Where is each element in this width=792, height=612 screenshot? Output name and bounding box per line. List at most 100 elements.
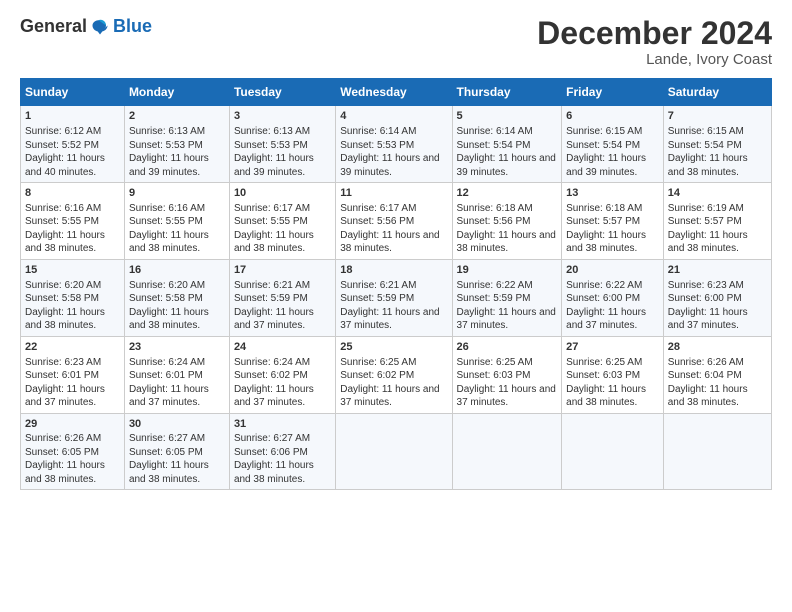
day-number: 31: [234, 417, 331, 432]
table-cell: 12Sunrise: 6:18 AMSunset: 5:56 PMDayligh…: [452, 183, 562, 260]
sunrise: Sunrise: 6:26 AM: [668, 357, 744, 368]
sunset: Sunset: 5:59 PM: [457, 293, 531, 304]
day-number: 21: [668, 263, 767, 278]
table-cell: 28Sunrise: 6:26 AMSunset: 6:04 PMDayligh…: [663, 336, 771, 413]
sunrise: Sunrise: 6:24 AM: [129, 357, 205, 368]
day-number: 20: [566, 263, 659, 278]
sunset: Sunset: 6:05 PM: [25, 447, 99, 458]
sunrise: Sunrise: 6:14 AM: [340, 126, 416, 137]
table-cell: [336, 413, 452, 490]
sunset: Sunset: 6:05 PM: [129, 447, 203, 458]
day-number: 15: [25, 263, 120, 278]
sunrise: Sunrise: 6:12 AM: [25, 126, 101, 137]
day-number: 30: [129, 417, 225, 432]
sunrise: Sunrise: 6:21 AM: [340, 280, 416, 291]
table-cell: 14Sunrise: 6:19 AMSunset: 5:57 PMDayligh…: [663, 183, 771, 260]
table-cell: 27Sunrise: 6:25 AMSunset: 6:03 PMDayligh…: [562, 336, 664, 413]
day-number: 24: [234, 340, 331, 355]
col-wednesday: Wednesday: [336, 79, 452, 106]
table-cell: 3Sunrise: 6:13 AMSunset: 5:53 PMDaylight…: [229, 106, 335, 183]
day-number: 18: [340, 263, 447, 278]
sunset: Sunset: 6:06 PM: [234, 447, 308, 458]
table-row: 15 Sunrise: 6:20 AM Sunset: 5:58 PM Dayligh…: [21, 259, 772, 336]
sunset: Sunset: 5:55 PM: [129, 216, 203, 227]
daylight: Daylight: 11 hours and 39 minutes.: [457, 153, 556, 178]
day-number: 6: [566, 109, 659, 124]
daylight: Daylight: 11 hours and 38 minutes.: [668, 153, 748, 178]
sunrise: Sunrise: 6:27 AM: [234, 433, 310, 444]
table-cell: 5Sunrise: 6:14 AMSunset: 5:54 PMDaylight…: [452, 106, 562, 183]
table-cell: 19Sunrise: 6:22 AMSunset: 5:59 PMDayligh…: [452, 259, 562, 336]
daylight: Daylight: 11 hours and 39 minutes.: [234, 153, 314, 178]
table-cell: 7Sunrise: 6:15 AMSunset: 5:54 PMDaylight…: [663, 106, 771, 183]
day-number: 12: [457, 186, 558, 201]
sunset: Sunset: 5:53 PM: [340, 140, 414, 151]
table-row: 22Sunrise: 6:23 AMSunset: 6:01 PMDayligh…: [21, 336, 772, 413]
table-cell: [562, 413, 664, 490]
header: General Blue December 2024 Lande, Ivory …: [20, 16, 772, 68]
sunrise: Sunrise: 6:18 AM: [457, 203, 533, 214]
table-row: 1Sunrise: 6:12 AMSunset: 5:52 PMDaylight…: [21, 106, 772, 183]
sunset: Sunset: 5:55 PM: [25, 216, 99, 227]
table-cell: 2Sunrise: 6:13 AMSunset: 5:53 PMDaylight…: [124, 106, 229, 183]
day-number: 26: [457, 340, 558, 355]
sunrise: Sunrise: 6:17 AM: [234, 203, 310, 214]
daylight: Daylight: 11 hours and 37 minutes.: [234, 307, 314, 332]
sunrise: Sunrise: 6:21 AM: [234, 280, 310, 291]
sunset: Sunset: 5:59 PM: [234, 293, 308, 304]
day-number: 19: [457, 263, 558, 278]
logo: General Blue: [20, 16, 152, 37]
daylight: Daylight: 11 hours and 37 minutes.: [566, 307, 646, 332]
col-thursday: Thursday: [452, 79, 562, 106]
day-number: 1: [25, 109, 120, 124]
main-title: December 2024: [537, 16, 772, 51]
sunset: Sunset: 5:56 PM: [340, 216, 414, 227]
col-sunday: Sunday: [21, 79, 125, 106]
daylight: Daylight: 11 hours and 39 minutes.: [340, 153, 439, 178]
col-tuesday: Tuesday: [229, 79, 335, 106]
daylight: Daylight: 11 hours and 38 minutes.: [25, 460, 105, 485]
sunset: Sunset: 5:57 PM: [668, 216, 742, 227]
title-section: December 2024 Lande, Ivory Coast: [537, 16, 772, 68]
table-cell: 25Sunrise: 6:25 AMSunset: 6:02 PMDayligh…: [336, 336, 452, 413]
table-cell: 23Sunrise: 6:24 AMSunset: 6:01 PMDayligh…: [124, 336, 229, 413]
day-number: 29: [25, 417, 120, 432]
daylight: Daylight: 11 hours and 38 minutes.: [566, 230, 646, 255]
daylight: Daylight: 11 hours and 38 minutes.: [129, 230, 209, 255]
daylight: Daylight: 11 hours and 39 minutes.: [129, 153, 209, 178]
daylight: Daylight: 11 hours and 39 minutes.: [566, 153, 646, 178]
sunset: Sunset: 5:54 PM: [566, 140, 640, 151]
logo-general: General: [20, 16, 87, 37]
daylight: Daylight: 11 hours and 37 minutes.: [129, 384, 209, 409]
table-cell: 26Sunrise: 6:25 AMSunset: 6:03 PMDayligh…: [452, 336, 562, 413]
daylight: Daylight: 11 hours and 37 minutes.: [340, 307, 439, 332]
table-cell: 16Sunrise: 6:20 AMSunset: 5:58 PMDayligh…: [124, 259, 229, 336]
sunrise: Sunrise: 6:13 AM: [129, 126, 205, 137]
table-cell: 10Sunrise: 6:17 AMSunset: 5:55 PMDayligh…: [229, 183, 335, 260]
sunset: Sunset: 5:58 PM: [129, 293, 203, 304]
sunset: Sunset: 6:01 PM: [129, 370, 203, 381]
day-number: 5: [457, 109, 558, 124]
calendar-table: Sunday Monday Tuesday Wednesday Thursday…: [20, 78, 772, 490]
logo-blue: Blue: [113, 16, 152, 37]
table-row: 29Sunrise: 6:26 AMSunset: 6:05 PMDayligh…: [21, 413, 772, 490]
logo-bird-icon: [91, 18, 109, 36]
daylight: Daylight: 11 hours and 40 minutes.: [25, 153, 105, 178]
sunset: Sunset: 5:53 PM: [234, 140, 308, 151]
header-row: Sunday Monday Tuesday Wednesday Thursday…: [21, 79, 772, 106]
sunrise: Sunrise: 6:22 AM: [457, 280, 533, 291]
table-cell: 6Sunrise: 6:15 AMSunset: 5:54 PMDaylight…: [562, 106, 664, 183]
day-number: 8: [25, 186, 120, 201]
daylight: Daylight: 11 hours and 38 minutes.: [129, 460, 209, 485]
day-number: 27: [566, 340, 659, 355]
subtitle: Lande, Ivory Coast: [537, 51, 772, 68]
sunrise: Sunrise: 6:20 AM: [129, 280, 205, 291]
sunset: Sunset: 6:02 PM: [340, 370, 414, 381]
table-cell: 30Sunrise: 6:27 AMSunset: 6:05 PMDayligh…: [124, 413, 229, 490]
daylight: Daylight: 11 hours and 38 minutes.: [25, 230, 105, 255]
daylight: Daylight: 11 hours and 38 minutes.: [457, 230, 556, 255]
day-number: 9: [129, 186, 225, 201]
day-number: 14: [668, 186, 767, 201]
sunrise: Sunrise: 6:15 AM: [668, 126, 744, 137]
sunset: Sunset: 6:03 PM: [457, 370, 531, 381]
